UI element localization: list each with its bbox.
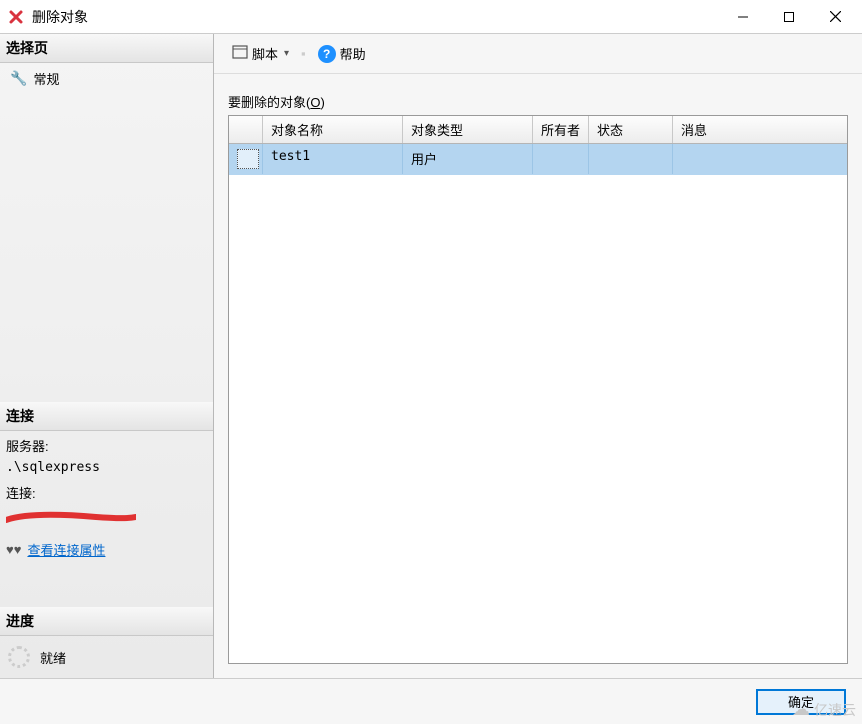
server-label: 服务器: xyxy=(6,437,207,458)
grid-header-status[interactable]: 状态 xyxy=(589,116,673,143)
progress-status: 就绪 xyxy=(40,648,66,667)
row-selector[interactable] xyxy=(229,144,263,174)
app-icon xyxy=(8,9,24,25)
content-panel: 脚本 ▪ ? 帮助 要删除的对象(O) 对象名称 对象类型 所有者 状态 消息 xyxy=(214,34,862,678)
script-dropdown[interactable]: 脚本 xyxy=(226,40,295,67)
progress-header: 进度 xyxy=(0,607,213,636)
grid-header: 对象名称 对象类型 所有者 状态 消息 xyxy=(229,116,847,144)
connection-header: 连接 xyxy=(0,402,213,431)
cell-type: 用户 xyxy=(403,144,533,174)
cell-message xyxy=(673,144,847,174)
cell-status xyxy=(589,144,673,174)
cell-name: test1 xyxy=(263,144,403,174)
grid-caption-suffix: ) xyxy=(320,95,324,110)
wrench-icon: 🔧 xyxy=(10,70,27,87)
help-button[interactable]: ? 帮助 xyxy=(312,40,372,67)
grid-header-name[interactable]: 对象名称 xyxy=(263,116,403,143)
window-title: 删除对象 xyxy=(32,7,720,27)
grid-caption-prefix: 要删除的对象( xyxy=(228,95,310,110)
server-name: .\sqlexpress xyxy=(6,458,207,479)
grid-header-owner[interactable]: 所有者 xyxy=(533,116,589,143)
objects-grid: 对象名称 对象类型 所有者 状态 消息 test1 用户 xyxy=(228,115,848,664)
dialog-buttons: 确定 xyxy=(0,678,862,724)
grid-header-type[interactable]: 对象类型 xyxy=(403,116,533,143)
sidebar-item-general[interactable]: 🔧 常规 xyxy=(0,63,213,94)
connection-props-icon: ♥♥ xyxy=(6,542,21,557)
sidebar: 选择页 🔧 常规 连接 服务器: .\sqlexpress 连接: ♥♥ 查看连… xyxy=(0,34,214,678)
help-icon: ? xyxy=(318,45,336,63)
grid-header-message[interactable]: 消息 xyxy=(673,116,847,143)
close-button[interactable] xyxy=(812,2,858,32)
script-label: 脚本 xyxy=(252,44,278,63)
toolbar: 脚本 ▪ ? 帮助 xyxy=(214,34,862,74)
view-connection-properties-link[interactable]: 查看连接属性 xyxy=(27,540,105,559)
toolbar-separator: ▪ xyxy=(301,46,306,61)
grid-header-icon[interactable] xyxy=(229,116,263,143)
redacted-stroke xyxy=(6,511,126,523)
minimize-button[interactable] xyxy=(720,2,766,32)
help-label: 帮助 xyxy=(340,44,366,63)
connection-label: 连接: xyxy=(6,484,207,505)
sidebar-item-label: 常规 xyxy=(33,69,59,88)
spinner-icon xyxy=(8,646,30,668)
script-icon xyxy=(232,45,248,62)
cell-owner xyxy=(533,144,589,174)
select-page-header: 选择页 xyxy=(0,34,213,63)
grid-caption: 要删除的对象(O) xyxy=(228,92,848,111)
table-row[interactable]: test1 用户 xyxy=(229,144,847,175)
ok-button[interactable]: 确定 xyxy=(756,689,846,715)
grid-caption-hotkey: O xyxy=(310,95,320,110)
maximize-button[interactable] xyxy=(766,2,812,32)
